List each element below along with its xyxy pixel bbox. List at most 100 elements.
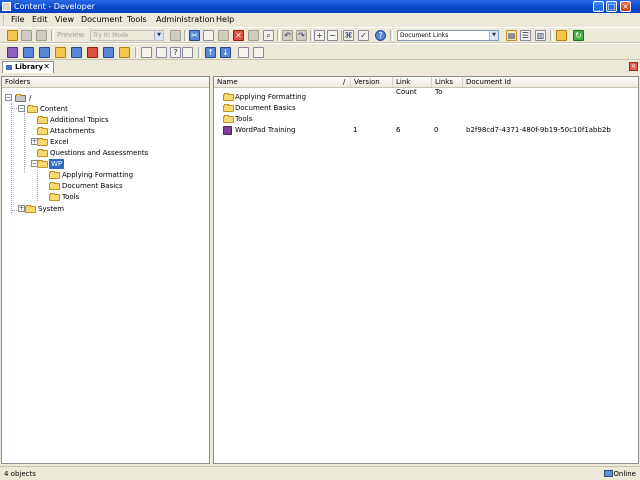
column-header-sort[interactable]: / (340, 77, 351, 87)
row-name: Tools (235, 115, 253, 123)
toolbar-separator (51, 30, 54, 41)
copy-icon[interactable] (203, 30, 214, 41)
layout-vertical-icon[interactable]: ▥ (535, 30, 546, 41)
folder-icon (223, 104, 234, 112)
mode-select-value: Try It! Mode (93, 32, 129, 39)
collapse-icon[interactable]: − (5, 94, 12, 101)
menu-grip (3, 15, 6, 25)
menu-administration[interactable]: Administration (156, 15, 215, 25)
mode-select[interactable]: Try It! Mode ▼ (90, 30, 164, 41)
layout-single-icon[interactable]: ▤ (506, 30, 517, 41)
menu-edit[interactable]: Edit (32, 15, 48, 25)
publish-icon[interactable] (182, 47, 193, 58)
drive-icon (15, 94, 26, 102)
expand-icon[interactable]: + (18, 205, 25, 212)
row-document-id: b2f98cd7-4371-480f-9b19-50c10f1abb2b (466, 126, 611, 134)
folder-icon (37, 138, 48, 146)
view-select-value: Document Links (400, 32, 449, 39)
redo-icon[interactable]: ↷ (296, 30, 307, 41)
new-folder-icon[interactable] (7, 30, 18, 41)
search-icon[interactable]: ⌕ (263, 30, 274, 41)
table-row[interactable]: WordPad Training 1 6 0 b2f98cd7-4371-480… (221, 125, 631, 135)
folder-open-icon (37, 160, 48, 168)
menu-tools[interactable]: Tools (127, 15, 147, 25)
tree-node-label: Tools (62, 193, 80, 201)
tree-line (37, 170, 38, 201)
print-icon[interactable] (36, 30, 47, 41)
cut-icon[interactable]: ✂ (189, 30, 200, 41)
expand-icon[interactable]: + (314, 30, 325, 41)
save-icon[interactable] (21, 30, 32, 41)
check-out-icon[interactable]: ↓ (220, 47, 231, 58)
folder-options-icon[interactable] (556, 30, 567, 41)
layout-horizontal-icon[interactable]: ☰ (520, 30, 531, 41)
new-topic-icon[interactable] (23, 47, 34, 58)
spellcheck-icon[interactable]: ✓ (358, 30, 369, 41)
folder-icon (223, 115, 234, 123)
folder-open-icon (27, 105, 38, 113)
maximize-button[interactable]: □ (606, 1, 617, 12)
column-header-link-count[interactable]: Link Count (393, 77, 432, 96)
new-document-icon[interactable] (7, 47, 18, 58)
menu-file[interactable]: File (11, 15, 24, 25)
undo-icon[interactable]: ↶ (282, 30, 293, 41)
column-header-version[interactable]: Version (351, 77, 393, 87)
toolbar-separator (550, 30, 553, 41)
table-row[interactable]: Tools (221, 114, 631, 124)
delete-icon[interactable]: ✕ (233, 30, 244, 41)
tree-line (11, 103, 12, 213)
binoculars-icon[interactable]: ⌘ (343, 30, 354, 41)
preview-button[interactable]: Preview (57, 30, 84, 41)
history-icon[interactable] (253, 47, 264, 58)
new-package-icon[interactable] (71, 47, 82, 58)
new-assessment-icon[interactable] (119, 47, 130, 58)
row-name: Document Basics (235, 104, 296, 112)
toolbar-separator (184, 30, 187, 41)
help-menu-icon[interactable]: ? (170, 47, 181, 58)
properties-icon[interactable] (248, 30, 259, 41)
toolbar-separator (198, 47, 201, 58)
new-glossary-icon[interactable] (87, 47, 98, 58)
collapse-icon[interactable]: − (18, 105, 25, 112)
refresh-icon[interactable]: ↻ (573, 30, 584, 41)
view-select[interactable]: Document Links ▼ (397, 30, 499, 41)
edit-icon[interactable] (141, 47, 152, 58)
tab-library[interactable]: Library ✕ (2, 61, 54, 73)
table-row[interactable]: Applying Formatting (221, 92, 631, 102)
menu-document[interactable]: Document (81, 15, 122, 25)
column-header-name[interactable]: Name (214, 77, 344, 87)
tab-strip: Library ✕ ✕ (0, 60, 640, 73)
close-button[interactable]: × (620, 1, 631, 12)
get-latest-icon[interactable] (238, 47, 249, 58)
chevron-down-icon: ▼ (154, 31, 163, 40)
column-header-links-to[interactable]: Links To (432, 77, 463, 96)
tree-node-label: Questions and Assessments (50, 149, 149, 157)
help-icon[interactable]: ? (375, 30, 386, 41)
document-icon (223, 126, 232, 135)
folder-icon (49, 182, 60, 190)
toolbar-separator (277, 30, 280, 41)
close-pane-icon[interactable]: ✕ (629, 62, 638, 71)
new-module-icon[interactable] (39, 47, 50, 58)
new-web-page-icon[interactable] (103, 47, 114, 58)
column-header-document-id[interactable]: Document Id (463, 77, 638, 87)
close-tab-icon[interactable]: ✕ (43, 62, 50, 72)
new-section-icon[interactable] (55, 47, 66, 58)
folder-icon (49, 171, 60, 179)
open-icon[interactable] (156, 47, 167, 58)
menu-help[interactable]: Help (216, 15, 234, 25)
minimize-button[interactable]: _ (593, 1, 604, 12)
pin-icon[interactable] (6, 65, 12, 70)
tree-node-label: Attachments (50, 127, 95, 135)
folder-icon (37, 127, 48, 135)
check-in-icon[interactable]: ↑ (205, 47, 216, 58)
table-row[interactable]: Document Basics (221, 103, 631, 113)
tree-node-label: Additional Topics (50, 116, 109, 124)
collapse-icon[interactable]: − (327, 30, 338, 41)
row-links-to: 0 (434, 126, 439, 134)
folder-icon (37, 149, 48, 157)
menu-view[interactable]: View (55, 15, 74, 25)
find-icon[interactable] (170, 30, 181, 41)
title-bar: Content - Developer _ □ × (0, 0, 640, 13)
paste-icon[interactable] (218, 30, 229, 41)
